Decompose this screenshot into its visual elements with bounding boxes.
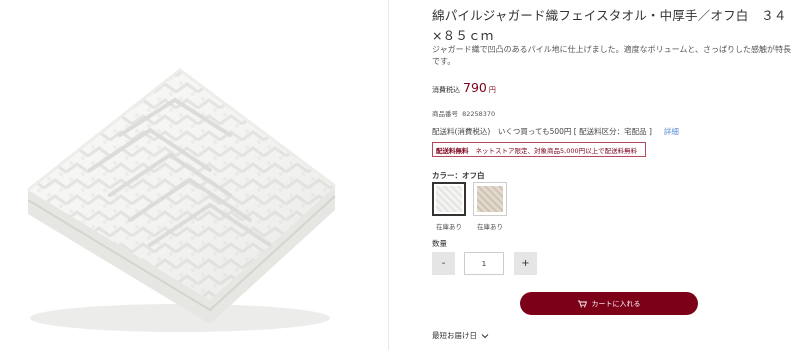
- color-swatch-beige[interactable]: [473, 182, 507, 216]
- product-number: 商品番号 82258370: [432, 108, 497, 118]
- free-shipping-note: ネットストア限定、対象商品5,000円以上で配送料無料: [475, 146, 638, 155]
- tax-label: 消費税込: [432, 86, 460, 94]
- quantity-minus-button[interactable]: -: [432, 252, 455, 275]
- product-title: 綿パイルジャガード織フェイスタオル・中厚手／オフ白 ３４×８５ｃｍ: [432, 8, 787, 43]
- shipping-text: 配送料(消費税込) いくつ買っても500円 [ 配送料区分：宅配品 ]: [432, 127, 652, 136]
- add-to-cart-label: カートに入れる: [591, 299, 641, 308]
- price-row: 消費税込 790 円: [432, 80, 496, 98]
- price: 790: [463, 80, 487, 95]
- divider: [388, 0, 389, 350]
- quantity-input[interactable]: [464, 252, 504, 275]
- product-image: [0, 0, 388, 350]
- currency: 円: [488, 86, 496, 94]
- swatch-chip-off-white: [436, 186, 462, 212]
- shipping-detail-link[interactable]: 詳細: [664, 126, 679, 137]
- swatch-chip-beige: [477, 186, 503, 212]
- color-swatch-off-white[interactable]: [432, 182, 466, 216]
- quantity-label: 数量: [432, 239, 447, 248]
- product-number-label: 商品番号: [432, 110, 458, 118]
- stock-status: 在庫あり: [436, 223, 462, 231]
- free-shipping-badge: 配送料無料 ネットストア限定、対象商品5,000円以上で配送料無料: [432, 142, 646, 157]
- shipping-row: 配送料(消費税込) いくつ買っても500円 [ 配送料区分：宅配品 ] 詳細: [432, 126, 679, 137]
- product-number-value: 82258370: [462, 110, 496, 118]
- earliest-delivery-label: 最短お届け日: [432, 331, 477, 340]
- color-label: カラー：オフ白: [432, 171, 485, 180]
- earliest-delivery-toggle[interactable]: 最短お届け日: [432, 330, 489, 341]
- product-description: ジャガード織で凹凸のあるパイル地に仕上げました。適度なボリュームと、さっぱりした…: [432, 45, 792, 66]
- cart-icon: [577, 300, 587, 307]
- add-to-cart-button[interactable]: カートに入れる: [520, 292, 698, 315]
- free-shipping-title: 配送料無料: [436, 146, 469, 155]
- chevron-down-icon: [481, 333, 489, 338]
- stock-status: 在庫あり: [477, 223, 503, 231]
- quantity-plus-button[interactable]: +: [514, 252, 537, 275]
